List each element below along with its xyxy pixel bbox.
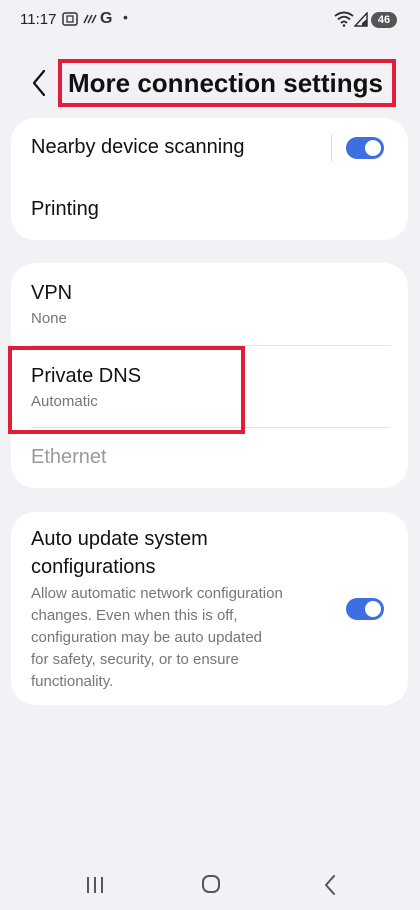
wifi-icon [334, 11, 354, 32]
divider-vertical [331, 135, 332, 161]
app-header: More connection settings [0, 56, 420, 112]
nearby-device-scanning-row[interactable]: Nearby device scanning [11, 118, 408, 178]
auto-update-row[interactable]: Auto update system configurations Allow … [11, 512, 408, 705]
row-title: VPN [31, 282, 73, 304]
nfc-icon [82, 12, 98, 29]
settings-group-1: Nearby device scanning Printing [11, 118, 408, 240]
row-title: Ethernet [31, 446, 107, 468]
status-time: 11:17 [20, 11, 57, 28]
recent-apps-button[interactable] [80, 872, 110, 898]
highlight-box [8, 346, 245, 434]
home-icon [202, 875, 220, 893]
ethernet-row: Ethernet [11, 428, 408, 488]
row-title-line-2: configurations [31, 556, 156, 578]
page-title: More connection settings [58, 59, 396, 107]
screenshot-icon [62, 12, 78, 29]
recent-apps-icon [87, 877, 103, 893]
nav-back-button[interactable] [315, 872, 345, 898]
back-icon [325, 875, 335, 895]
description-line-2: changes. Even when this is off, [31, 607, 238, 624]
back-button[interactable] [26, 66, 54, 100]
description-line-1: Allow automatic network configuration [31, 585, 283, 602]
settings-group-3: Auto update system configurations Allow … [11, 512, 408, 705]
row-title: Nearby device scanning [31, 136, 245, 158]
description-line-5: functionality. [31, 673, 114, 690]
auto-update-toggle[interactable] [346, 598, 384, 620]
printing-row[interactable]: Printing [11, 180, 408, 240]
signal-icon [353, 11, 368, 32]
home-button[interactable] [196, 872, 226, 898]
row-title-line-1: Auto update system [31, 528, 208, 550]
row-title: Printing [31, 198, 99, 220]
row-subtitle: None [31, 310, 67, 327]
notification-dot: • [123, 9, 128, 25]
description-line-3: configuration may be auto updated [31, 629, 262, 646]
chevron-left-icon [32, 69, 46, 97]
vpn-row[interactable]: VPN None [11, 263, 408, 345]
battery-indicator: 46 [371, 12, 397, 28]
status-bar: 11:17 G • 46 [0, 0, 420, 40]
description-line-4: for safety, security, or to ensure [31, 651, 239, 668]
navigation-bar [0, 860, 420, 910]
carrier-g-icon: G [100, 10, 113, 27]
nearby-scanning-toggle[interactable] [346, 137, 384, 159]
